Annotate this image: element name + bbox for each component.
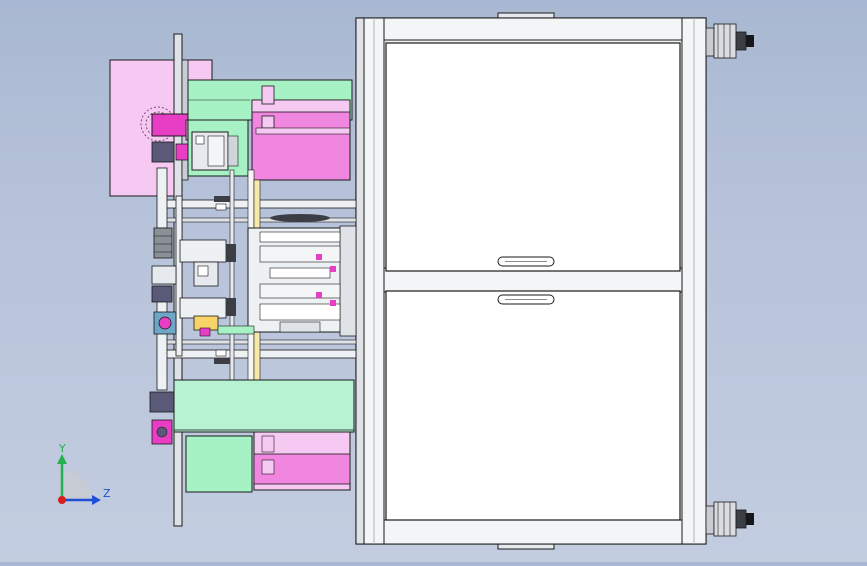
leveling-foot-bottom bbox=[705, 501, 754, 537]
z-axis-arrow bbox=[92, 495, 101, 505]
leveling-feet[interactable] bbox=[705, 23, 754, 537]
triad-arc bbox=[62, 470, 92, 500]
upper-pink-block[interactable] bbox=[251, 85, 351, 181]
coordinate-triad: Y Z bbox=[57, 442, 111, 505]
center-left-switches[interactable] bbox=[179, 239, 255, 337]
leveling-foot-top bbox=[705, 23, 754, 59]
y-axis-label: Y bbox=[58, 442, 66, 455]
z-axis-label: Z bbox=[103, 487, 111, 500]
cad-viewport[interactable]: Y Z bbox=[0, 0, 867, 562]
upper-door-panel[interactable] bbox=[385, 42, 681, 272]
triad-origin bbox=[58, 496, 66, 504]
lower-door-panel[interactable] bbox=[385, 290, 681, 521]
y-axis-arrow bbox=[57, 454, 67, 464]
center-mechanism[interactable] bbox=[247, 214, 357, 337]
upper-limit-switch[interactable] bbox=[191, 131, 239, 171]
lower-pink-block[interactable] bbox=[253, 431, 351, 491]
assembly-drawing: Y Z bbox=[57, 12, 754, 550]
